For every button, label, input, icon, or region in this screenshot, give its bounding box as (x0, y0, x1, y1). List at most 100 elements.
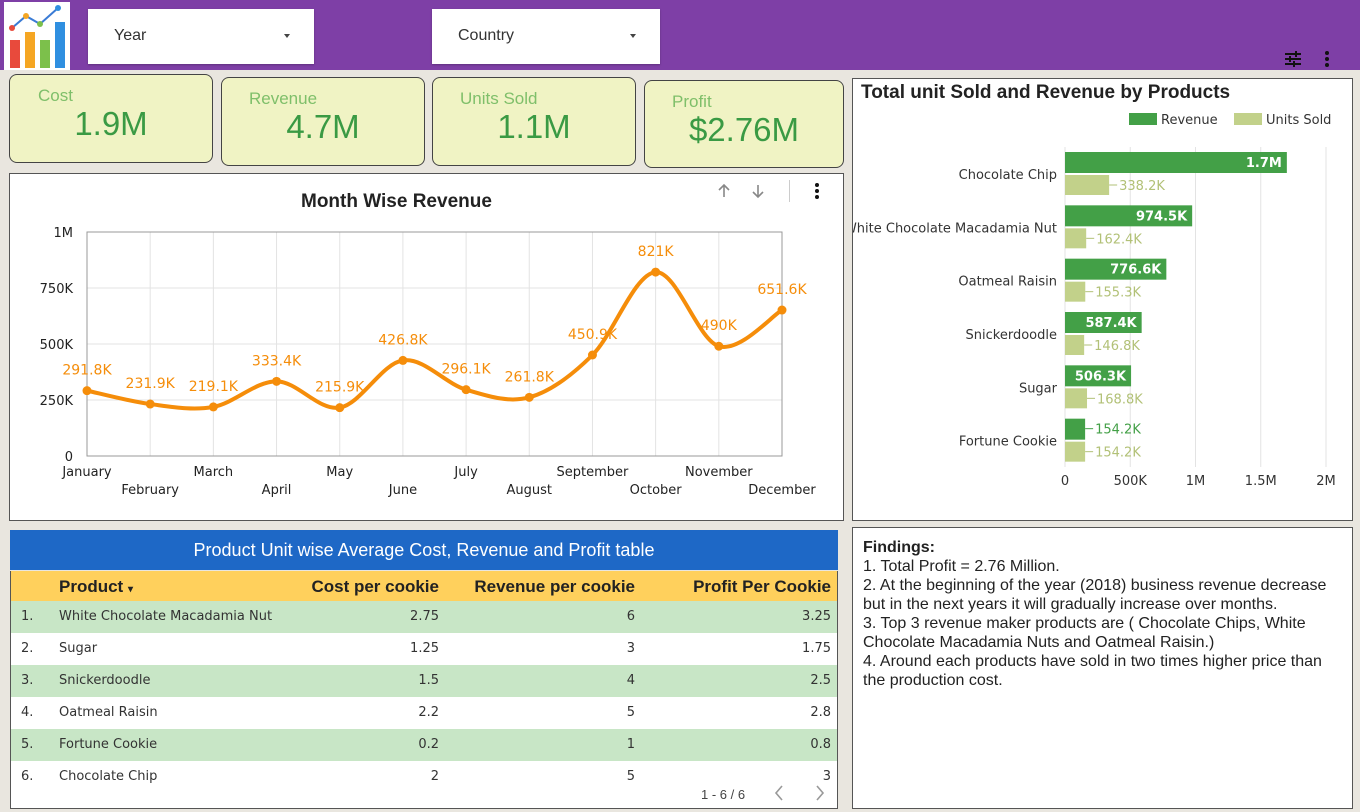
category-label: Sugar (1019, 381, 1058, 396)
data-point[interactable] (587, 350, 597, 360)
kpi-units-label: Units Sold (460, 89, 538, 108)
column-header-profit[interactable]: Profit Per Cookie (693, 577, 831, 597)
category-label: Fortune Cookie (959, 435, 1057, 450)
data-point[interactable] (714, 341, 724, 351)
x-tick-label: December (748, 483, 816, 498)
legend-swatch-revenue (1129, 113, 1157, 125)
x-tick-label: July (453, 465, 478, 480)
data-label: 490K (701, 318, 738, 334)
data-point[interactable] (208, 402, 218, 412)
x-tick-label: 1.5M (1245, 474, 1277, 489)
kpi-revenue-label: Revenue (249, 89, 318, 108)
data-table: Product ▾ Cost per cookie Revenue per co… (10, 571, 838, 809)
kpi-profit-label: Profit (672, 92, 712, 111)
data-point[interactable] (335, 403, 345, 413)
cell-cost: 2 (430, 769, 439, 784)
chevron-down-icon (630, 34, 636, 38)
year-filter-dropdown[interactable]: Year (88, 9, 314, 64)
x-tick-label: April (262, 483, 292, 498)
more-vert-icon[interactable] (1322, 50, 1332, 72)
x-tick-label: October (630, 483, 683, 498)
prev-page-icon[interactable] (773, 784, 785, 806)
data-point[interactable] (777, 305, 787, 315)
finding-line-3: 3. Top 3 revenue maker products are ( Ch… (863, 615, 1306, 651)
row-index: 4. (21, 705, 34, 720)
column-header-cost[interactable]: Cost per cookie (311, 577, 439, 597)
units-bar-label: 338.2K (1119, 179, 1165, 194)
units-bar-label: 154.2K (1095, 446, 1141, 461)
units-bar[interactable] (1065, 228, 1087, 249)
column-header-product[interactable]: Product ▾ (59, 577, 133, 597)
cell-revenue: 1 (626, 737, 635, 752)
y-tick-label: 0 (65, 450, 73, 465)
units-bar[interactable] (1065, 175, 1110, 195)
revenue-bar-label: 1.7M (1246, 156, 1282, 171)
units-bar-label: 146.8K (1094, 339, 1140, 354)
legend-swatch-units (1234, 113, 1262, 125)
y-tick-label: 750K (40, 282, 74, 297)
column-header-product-label: Product (59, 577, 124, 596)
chevron-down-icon (284, 34, 290, 38)
cell-cost: 1.5 (418, 673, 439, 688)
cell-revenue: 6 (626, 609, 635, 624)
x-tick-label: 1M (1186, 474, 1206, 489)
revenue-bar-label: 587.4K (1085, 316, 1137, 331)
finding-line-1: 1. Total Profit = 2.76 Million. (863, 558, 1060, 575)
data-point[interactable] (82, 386, 92, 396)
category-label: Snickerdoodle (966, 328, 1057, 343)
data-label: 231.9K (126, 376, 176, 392)
findings-heading: Findings: (863, 539, 935, 556)
x-tick-label: November (685, 465, 753, 480)
pagination-label: 1 - 6 / 6 (701, 787, 746, 802)
column-header-revenue[interactable]: Revenue per cookie (474, 577, 635, 597)
row-index: 5. (21, 737, 34, 752)
units-bar[interactable] (1065, 335, 1085, 355)
revenue-bar-label: 974.5K (1136, 209, 1188, 224)
cell-product: White Chocolate Macadamia Nut (59, 609, 273, 624)
country-filter-dropdown[interactable]: Country (432, 9, 660, 64)
units-bar[interactable] (1065, 281, 1086, 302)
table-row[interactable]: 2. Sugar 1.25 3 1.75 (11, 633, 837, 665)
units-bar[interactable] (1065, 388, 1088, 409)
data-label: 291.8K (62, 363, 112, 379)
units-bar-label: 168.8K (1097, 392, 1143, 407)
x-tick-label: February (121, 483, 179, 498)
data-point[interactable] (651, 267, 661, 277)
category-label: White Chocolate Macadamia Nut (853, 221, 1057, 236)
findings-panel: Findings: 1. Total Profit = 2.76 Million… (852, 527, 1353, 809)
kpi-units-card: Units Sold 1.1M (432, 77, 636, 166)
category-label: Chocolate Chip (959, 168, 1057, 183)
cell-profit: 3 (822, 769, 831, 784)
kpi-units-value: 1.1M (497, 108, 571, 145)
category-label: Oatmeal Raisin (958, 275, 1057, 290)
legend-label-revenue: Revenue (1161, 113, 1218, 128)
revenue-bar[interactable] (1065, 418, 1086, 440)
table-row[interactable]: 1. White Chocolate Macadamia Nut 2.75 6 3.25 (11, 601, 837, 633)
data-point[interactable] (461, 385, 471, 395)
y-tick-label: 250K (40, 394, 74, 409)
cell-profit: 3.25 (802, 609, 831, 624)
data-point[interactable] (398, 355, 408, 365)
next-page-icon[interactable] (814, 784, 826, 806)
table-row[interactable]: 4. Oatmeal Raisin 2.2 5 2.8 (11, 697, 837, 729)
table-row[interactable]: 3. Snickerdoodle 1.5 4 2.5 (11, 665, 837, 697)
month-revenue-chart: 0 250K 500K 750K 1M January February March April… (40, 226, 817, 498)
data-point[interactable] (272, 376, 282, 386)
units-bar-label: 162.4K (1096, 232, 1142, 247)
data-label: 426.8K (378, 332, 428, 348)
table-row[interactable]: 5. Fortune Cookie 0.2 1 0.8 (11, 729, 837, 761)
cell-product: Snickerdoodle (59, 673, 151, 688)
units-bar-label: 155.3K (1095, 286, 1141, 301)
x-tick-label: January (61, 465, 112, 480)
row-index: 6. (21, 769, 34, 784)
units-bar[interactable] (1065, 441, 1086, 462)
x-tick-label: September (557, 465, 630, 480)
data-label: 450.9K (568, 327, 618, 343)
cell-product: Fortune Cookie (59, 737, 158, 752)
x-tick-label: 0 (1061, 474, 1069, 489)
x-tick-label: 2M (1316, 474, 1336, 489)
filter-settings-icon[interactable] (1284, 50, 1302, 72)
product-bar-chart: Revenue Units Sold 0 500K 1M 1.5M 2M Chocolate … (853, 113, 1336, 489)
data-point[interactable] (524, 392, 534, 402)
data-point[interactable] (145, 399, 155, 409)
